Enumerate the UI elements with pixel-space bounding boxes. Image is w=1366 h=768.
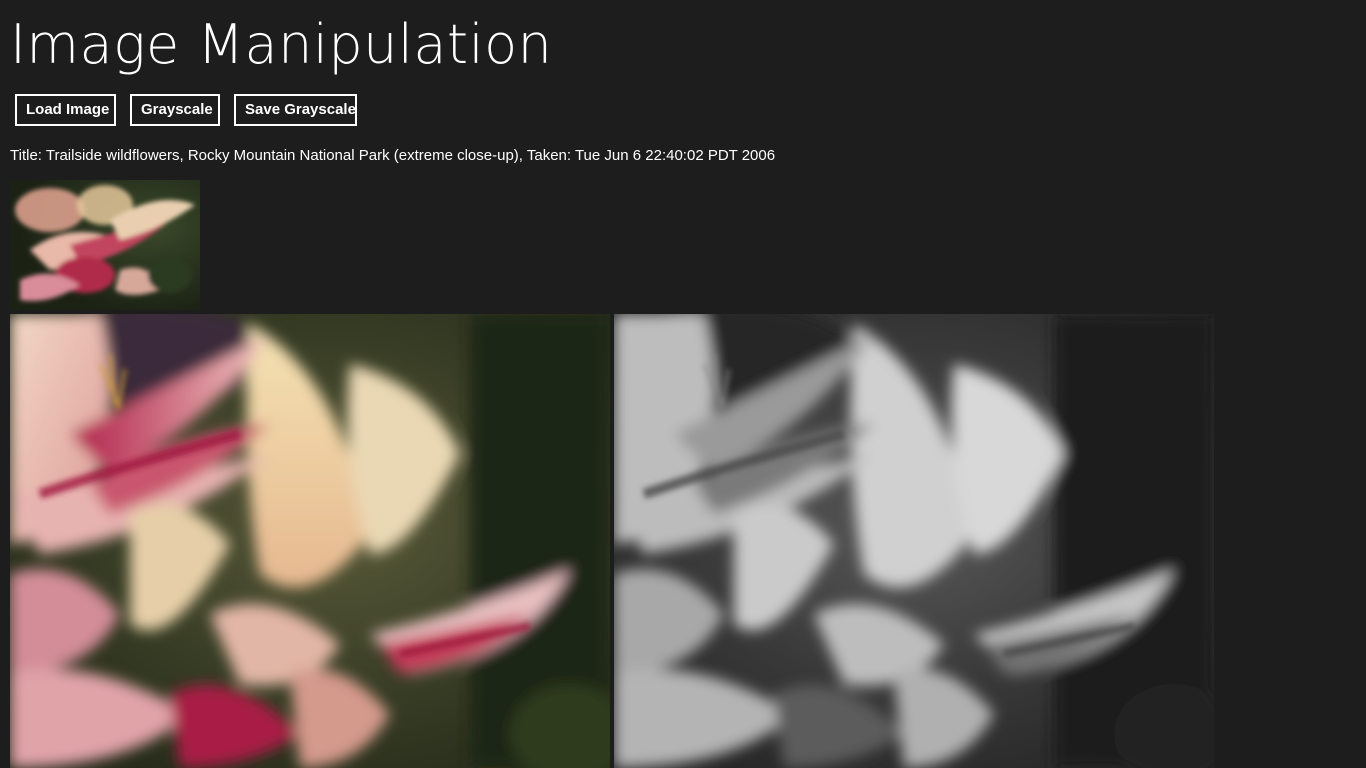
image-thumbnail — [10, 180, 200, 310]
color-flower-image — [10, 314, 610, 768]
page-title: Image Manipulation — [10, 13, 553, 76]
thumbnail-flower-image — [10, 180, 200, 310]
save-grayscale-button[interactable]: Save Grayscale — [234, 94, 357, 126]
toolbar: Load Image Grayscale Save Grayscale — [15, 94, 357, 126]
grayscale-image — [614, 314, 1214, 768]
grayscale-flower-image — [614, 314, 1214, 768]
load-image-button[interactable]: Load Image — [15, 94, 116, 126]
grayscale-button[interactable]: Grayscale — [130, 94, 220, 126]
app-window: Image Manipulation Load Image Grayscale … — [0, 0, 1366, 768]
original-image — [10, 314, 610, 768]
image-info-text: Title: Trailside wildflowers, Rocky Moun… — [10, 147, 776, 164]
